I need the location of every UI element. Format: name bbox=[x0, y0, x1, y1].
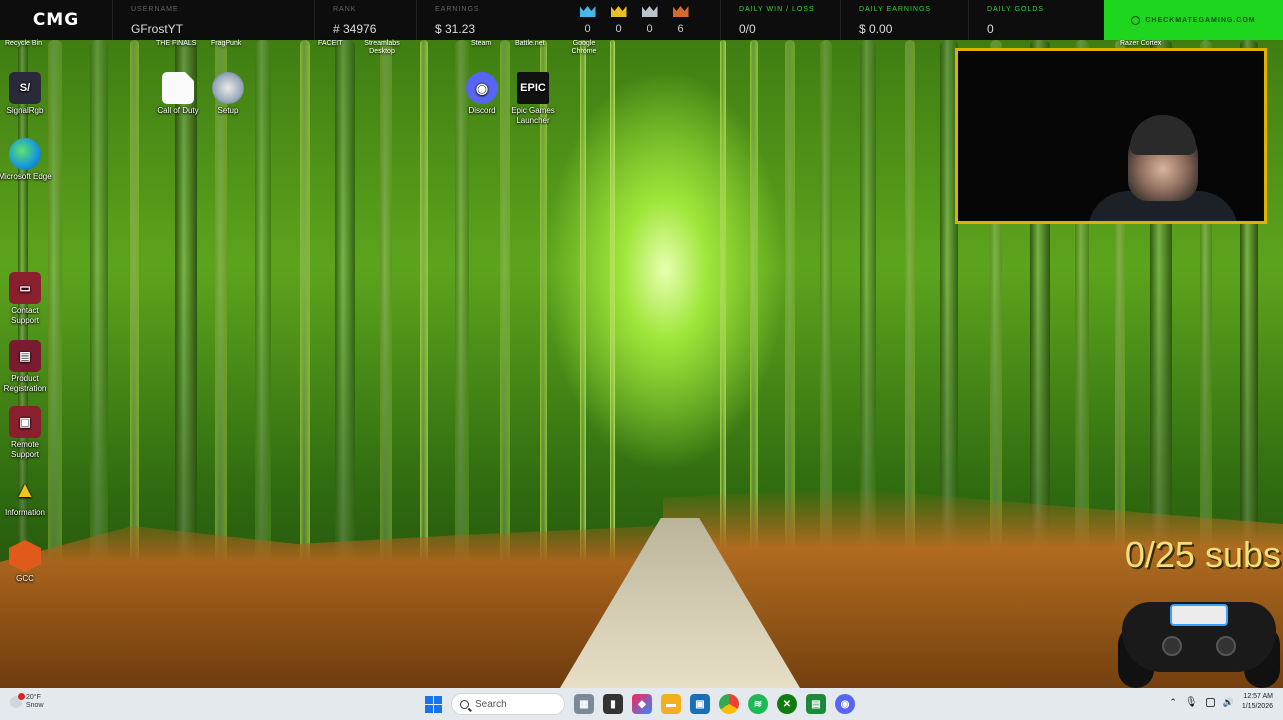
desktop-icon-recycle-bin-label[interactable]: Recycle Bin bbox=[5, 40, 42, 48]
wallpaper-grass-left bbox=[0, 526, 660, 688]
system-tray: ⌃ 🎙 🔊 12:57 AM 1/15/2026 bbox=[1169, 692, 1273, 712]
network-icon[interactable] bbox=[1205, 697, 1215, 707]
desktop-icon-fragpunk-label[interactable]: FragPunk bbox=[211, 40, 241, 48]
crown-count: 0 bbox=[615, 23, 622, 35]
taskbar: 20°F Snow Search ▦ ▮ ◆ ▬ ▣ ≋ ✕ ▤ ◉ ⌃ 🎙 🔊… bbox=[0, 688, 1283, 720]
weather-condition: Snow bbox=[26, 702, 44, 709]
username-value: GFrostYT bbox=[131, 22, 184, 36]
checkmate-brand-badge[interactable]: CHECKMATEGAMING.COM bbox=[1104, 0, 1283, 40]
desktop-icon-setup[interactable]: Setup bbox=[200, 72, 256, 116]
desktop-icon-battlenet-label[interactable]: Battle.net bbox=[515, 40, 545, 48]
streamlabs-taskbar-icon[interactable]: ▤ bbox=[806, 694, 826, 714]
desktop-icon-edge[interactable]: Microsoft Edge bbox=[0, 138, 53, 182]
desktop-icon-chrome-label[interactable]: Google Chrome bbox=[566, 40, 602, 56]
discord-taskbar-icon[interactable]: ◉ bbox=[835, 694, 855, 714]
desktop-icon-product-registration[interactable]: ▤ Product Registration bbox=[0, 340, 53, 394]
xbox-taskbar-icon[interactable]: ✕ bbox=[777, 694, 797, 714]
copilot-taskbar-icon[interactable]: ◆ bbox=[632, 694, 652, 714]
weather-temperature: 20°F bbox=[26, 694, 41, 701]
search-icon bbox=[460, 699, 469, 709]
stat-earnings: EARNINGS $ 31.23 bbox=[416, 0, 546, 40]
weather-widget[interactable]: 20°F Snow bbox=[10, 693, 44, 710]
discord-icon: ◉ bbox=[466, 72, 498, 104]
daily-win-loss-value: 0/0 bbox=[739, 22, 756, 36]
daily-earnings-value: $ 0.00 bbox=[859, 22, 893, 36]
rank-value: # 34976 bbox=[333, 22, 377, 36]
desktop-icon-steam-label[interactable]: Steam bbox=[471, 40, 491, 48]
taskbar-search[interactable]: Search bbox=[451, 693, 565, 715]
widgets-taskbar-icon[interactable]: ▦ bbox=[574, 694, 594, 714]
streamer-beanie bbox=[1130, 115, 1196, 155]
crown-icon bbox=[641, 6, 658, 17]
desktop-icon-faceit-label[interactable]: FACEIT bbox=[318, 40, 343, 48]
desktop-icon-remote-support[interactable]: ▣ Remote Support bbox=[0, 406, 53, 460]
signalrgb-icon: S/ bbox=[9, 72, 41, 104]
monitor-icon: ▣ bbox=[9, 406, 41, 438]
crown-counter: 6 bbox=[671, 6, 690, 35]
file-icon bbox=[162, 72, 194, 104]
taskbar-apps: Search ▦ ▮ ◆ ▬ ▣ ≋ ✕ ▤ ◉ bbox=[425, 692, 855, 716]
crown-count: 6 bbox=[677, 23, 684, 35]
taskbar-clock[interactable]: 12:57 AM 1/15/2026 bbox=[1242, 692, 1273, 712]
desktop-icon-razer-cortex-label[interactable]: Razer Cortex bbox=[1120, 40, 1161, 48]
windows-logo-tile bbox=[425, 695, 433, 704]
desktop-icon-call-of-duty[interactable]: Call of Duty bbox=[150, 72, 206, 116]
microphone-icon[interactable]: 🎙 bbox=[1185, 697, 1198, 708]
warning-icon: ▲ bbox=[14, 477, 36, 502]
edge-icon bbox=[9, 138, 41, 170]
chat-bubble-icon: ▭ bbox=[9, 272, 41, 304]
webcam-overlay bbox=[955, 48, 1267, 224]
earnings-value: $ 31.23 bbox=[435, 22, 476, 36]
store-taskbar-icon[interactable]: ▣ bbox=[690, 694, 710, 714]
crown-counters: 0 0 0 6 bbox=[578, 6, 690, 35]
crown-counter: 0 bbox=[609, 6, 628, 35]
desktop-icon-streamlabs-label[interactable]: Streamlabs Desktop bbox=[360, 40, 404, 56]
desktop-icon-discord[interactable]: ◉ Discord bbox=[454, 72, 510, 116]
start-button[interactable] bbox=[425, 695, 442, 713]
desktop-icon-information[interactable]: ▲ Information bbox=[0, 474, 53, 518]
stats-bar: CMG USERNAME GFrostYT RANK # 34976 EARNI… bbox=[0, 0, 1283, 40]
crown-counter: 0 bbox=[640, 6, 659, 35]
desktop-icon-the-finals-label[interactable]: THE FINALS bbox=[156, 40, 196, 48]
cmg-logo: CMG bbox=[32, 10, 80, 30]
stat-daily-golds: DAILY GOLDS 0 bbox=[968, 0, 1088, 40]
stat-daily-earnings: DAILY EARNINGS $ 0.00 bbox=[840, 0, 968, 40]
desktop-icon-epic-games[interactable]: EPIC Epic Games Launcher bbox=[505, 72, 561, 126]
crown-count: 0 bbox=[646, 23, 653, 35]
chevron-up-icon[interactable]: ⌃ bbox=[1169, 697, 1177, 708]
sub-goal-counter: 0/25 subs bbox=[1124, 534, 1281, 575]
stat-rank: RANK # 34976 bbox=[314, 0, 416, 40]
crown-counter: 0 bbox=[578, 6, 597, 35]
setup-icon bbox=[212, 72, 244, 104]
spotify-taskbar-icon[interactable]: ≋ bbox=[748, 694, 768, 714]
globe-icon bbox=[1131, 15, 1141, 25]
terminal-taskbar-icon[interactable]: ▮ bbox=[603, 694, 623, 714]
controller-touchpad bbox=[1170, 604, 1228, 626]
crown-icon bbox=[672, 6, 689, 17]
desktop-icon-gcc[interactable]: GCC bbox=[0, 540, 53, 584]
stat-daily-win-loss: DAILY WIN / LOSS 0/0 bbox=[720, 0, 840, 40]
daily-golds-value: 0 bbox=[987, 22, 994, 36]
left-stick bbox=[1162, 636, 1182, 656]
crown-icon bbox=[610, 6, 627, 17]
right-stick bbox=[1216, 636, 1236, 656]
stat-username: USERNAME GFrostYT bbox=[112, 0, 314, 40]
gcc-hex-icon bbox=[9, 540, 41, 572]
snow-weather-icon bbox=[10, 693, 25, 708]
desktop-icon-contact-support[interactable]: ▭ Contact Support bbox=[0, 272, 53, 326]
epic-games-icon: EPIC bbox=[517, 72, 549, 104]
crown-count: 0 bbox=[584, 23, 591, 35]
chrome-taskbar-icon[interactable] bbox=[719, 694, 739, 714]
desktop-icon-signalrgb[interactable]: S/ SignalRgb bbox=[0, 72, 53, 116]
document-icon: ▤ bbox=[9, 340, 41, 372]
controller-overlay bbox=[1118, 588, 1280, 692]
crown-icon bbox=[579, 6, 596, 17]
file-explorer-taskbar-icon[interactable]: ▬ bbox=[661, 694, 681, 714]
volume-icon[interactable]: 🔊 bbox=[1223, 697, 1234, 708]
